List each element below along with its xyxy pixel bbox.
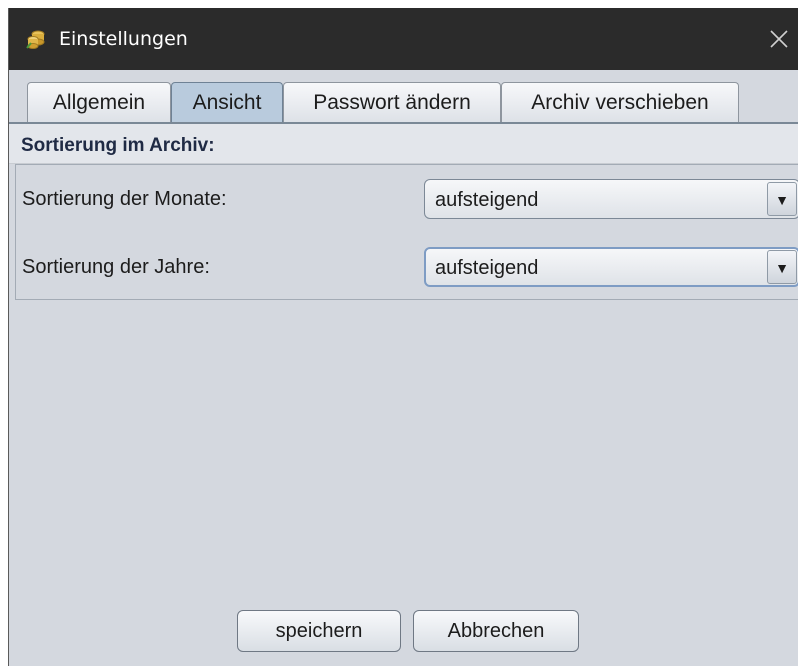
save-button[interactable]: speichern: [237, 610, 401, 652]
dropdown-arrow-icon[interactable]: ▼: [767, 182, 797, 216]
years-sort-value: aufsteigend: [435, 257, 539, 279]
tab-archiv-verschieben[interactable]: Archiv verschieben: [501, 82, 739, 123]
tab-strip: Allgemein Ansicht Passwort ändern Archiv…: [9, 70, 798, 123]
cancel-button[interactable]: Abbrechen: [413, 610, 579, 652]
close-icon[interactable]: [765, 25, 793, 53]
tab-passwort-aendern[interactable]: Passwort ändern: [283, 82, 501, 123]
months-sort-label: Sortierung der Monate:: [22, 188, 227, 210]
section-header: Sortierung im Archiv:: [9, 124, 798, 164]
months-sort-value: aufsteigend: [435, 189, 539, 211]
window-title: Einstellungen: [59, 28, 188, 50]
tab-allgemein[interactable]: Allgemein: [27, 82, 171, 123]
tab-ansicht[interactable]: Ansicht: [171, 82, 283, 123]
months-sort-select[interactable]: aufsteigend ▼: [424, 179, 798, 219]
years-sort-label: Sortierung der Jahre:: [22, 256, 210, 278]
sorting-group: Sortierung der Monate: aufsteigend ▼ Sor…: [15, 164, 798, 300]
tab-content-ansicht: Sortierung im Archiv: Sortierung der Mon…: [9, 124, 798, 666]
coins-icon: [25, 28, 47, 50]
title-bar[interactable]: Einstellungen: [9, 8, 798, 70]
settings-dialog: Einstellungen Allgemein Ansicht Passwort…: [8, 8, 798, 666]
dropdown-arrow-icon[interactable]: ▼: [767, 250, 797, 284]
section-title: Sortierung im Archiv:: [21, 135, 215, 156]
years-sort-select[interactable]: aufsteigend ▼: [424, 247, 798, 287]
